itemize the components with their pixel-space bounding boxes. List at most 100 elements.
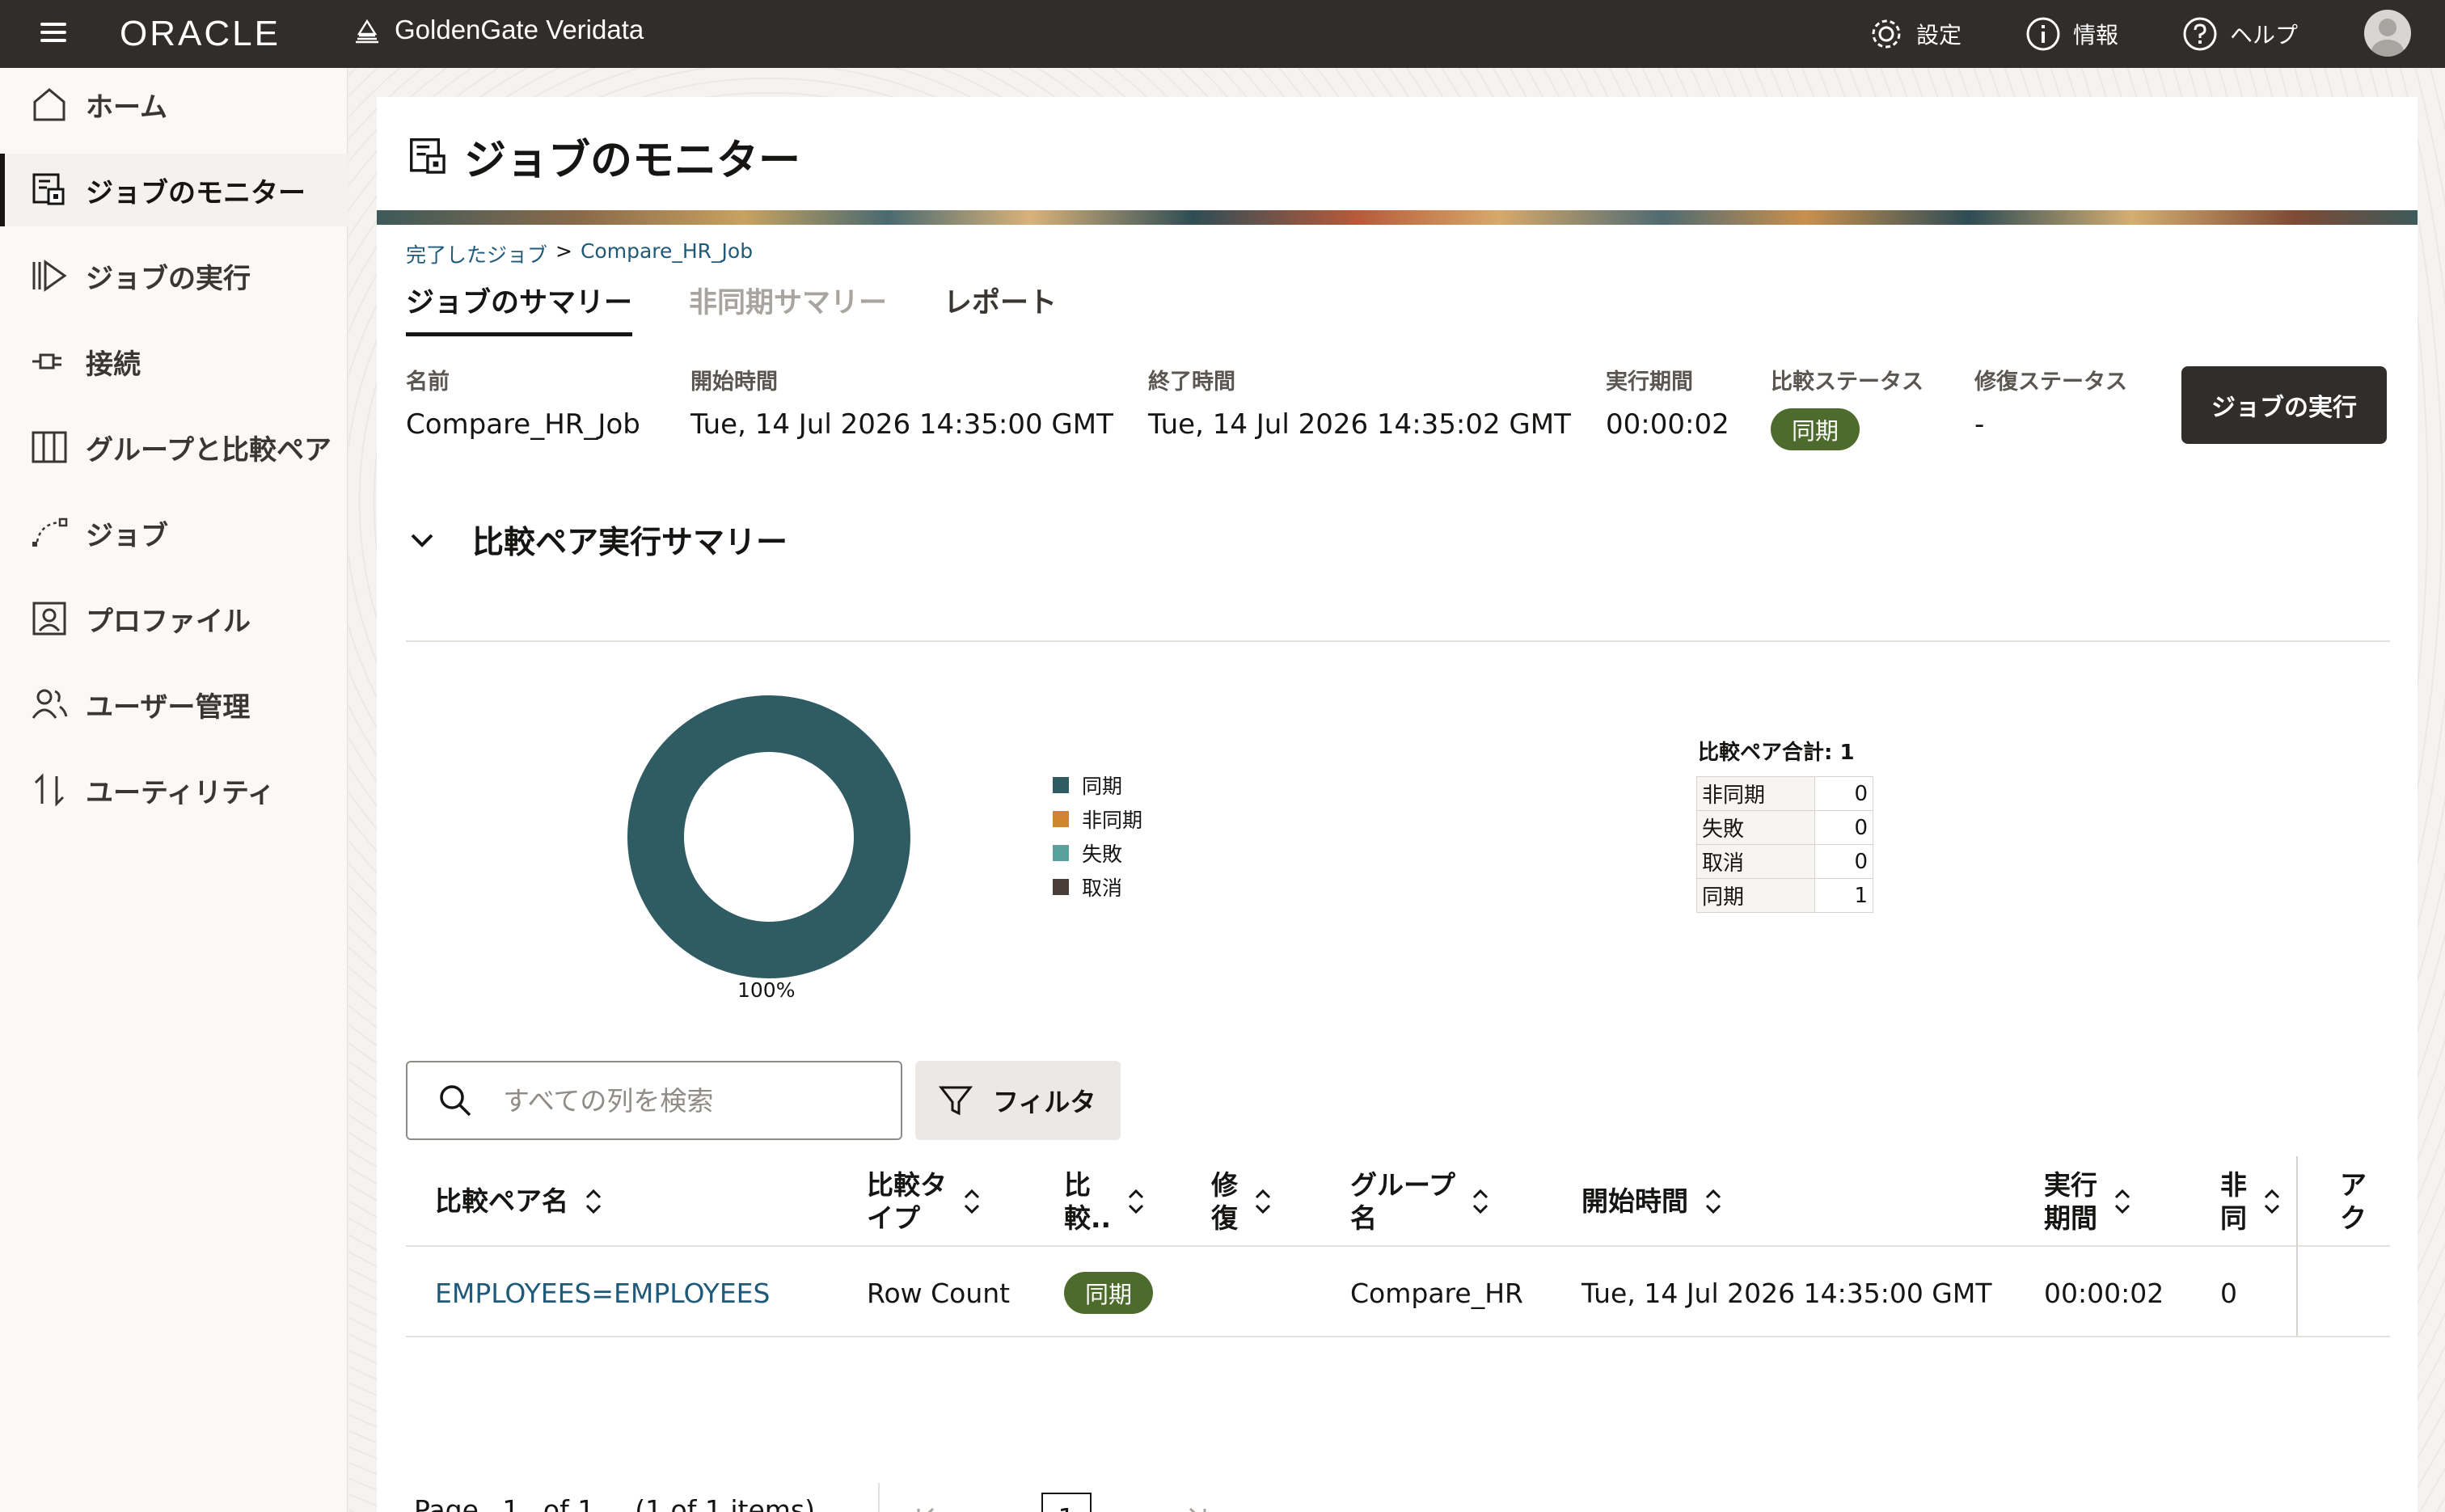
info-icon (2026, 17, 2060, 51)
sidebar-item-run-job[interactable]: ジョブの実行 (0, 239, 348, 312)
section-divider (406, 640, 2390, 642)
job-name-value: Compare_HR_Job (406, 408, 640, 441)
help-icon (2183, 17, 2217, 51)
stats-value: 0 (1814, 810, 1873, 845)
tab-bar: ジョブのサマリー 非同期サマリー レポート (406, 280, 1057, 336)
out-of-sync-cell: 0 (2220, 1277, 2237, 1309)
page-number-input[interactable]: 1 (479, 1494, 543, 1512)
stats-value: 0 (1814, 844, 1873, 879)
col-compare-type[interactable]: 比較タ イプ (867, 1156, 984, 1247)
breadcrumb: 完了したジョブ > Compare_HR_Job (406, 239, 753, 268)
sidebar-item-utilities[interactable]: ユーティリティ (0, 754, 348, 826)
table-header: 比較ペア名 比較タ イプ 比較.. 修復 グループ名 開始時間 実行 期間 非同 ア… (406, 1156, 2390, 1247)
col-actions: アク (2340, 1168, 2367, 1234)
page-header: ジョブのモニター (406, 126, 800, 187)
sidebar-item-profiles[interactable]: プロファイル (0, 582, 348, 655)
decorative-banner (377, 210, 2418, 225)
info-menu[interactable]: 情報 (2025, 11, 2118, 57)
users-icon (32, 689, 68, 719)
table-row: EMPLOYEES=EMPLOYEES Row Count 同期 Compare… (406, 1248, 2390, 1337)
legend-swatch (1053, 777, 1069, 793)
col-group-name[interactable]: グループ名 (1350, 1156, 1493, 1247)
job-name-field: 名前 Compare_HR_Job (406, 364, 640, 441)
legend-item: 失敗 (1053, 836, 1142, 870)
plug-icon (32, 353, 61, 370)
compare-type-cell: Row Count (867, 1277, 1011, 1309)
next-page-button[interactable] (1109, 1497, 1150, 1512)
sidebar-item-groups[interactable]: グループと比較ペア (0, 411, 348, 484)
page-label: Page (414, 1493, 479, 1512)
pair-total-title: 比較ペア合計: 1 (1698, 741, 1855, 765)
search-box (406, 1061, 902, 1140)
duration-field: 実行期間 00:00:02 (1606, 364, 1729, 441)
run-job-icon (32, 260, 67, 292)
gear-icon (1872, 19, 1901, 49)
search-icon (440, 1085, 471, 1117)
goldengate-icon (356, 19, 378, 44)
legend-item: 同期 (1053, 768, 1142, 802)
help-menu[interactable]: ヘルプ (2181, 11, 2298, 57)
run-job-button[interactable]: ジョブの実行 (2181, 366, 2387, 444)
sort-icon (1705, 1189, 1721, 1214)
stats-row: 同期 1 (1696, 878, 1873, 913)
duration-cell: 00:00:02 (2044, 1277, 2164, 1309)
status-donut-chart (627, 695, 910, 978)
sidebar-item-user-management[interactable]: ユーザー管理 (0, 668, 348, 741)
legend-swatch (1053, 811, 1069, 827)
tab-report[interactable]: レポート (944, 280, 1057, 336)
top-header-bar: ORACLE GoldenGate Veridata 設定 情報 ヘルプ (0, 0, 2445, 68)
col-duration[interactable]: 実行 期間 (2044, 1156, 2135, 1247)
legend-item: 取消 (1053, 870, 1142, 904)
breadcrumb-current-job[interactable]: Compare_HR_Job (581, 239, 753, 268)
compare-status-field: 比較ステータス 同期 (1771, 364, 1923, 450)
compare-status-label: 比較ステータス (1771, 370, 1923, 395)
breadcrumb-completed-jobs-link[interactable]: 完了したジョブ (406, 239, 547, 268)
first-page-icon (917, 1507, 935, 1512)
col-repair[interactable]: 修復 (1211, 1156, 1275, 1247)
stats-row: 失敗 0 (1696, 810, 1873, 845)
legend-item: 非同期 (1053, 802, 1142, 836)
end-time-value: Tue, 14 Jul 2026 14:35:02 GMT (1148, 408, 1571, 441)
stats-key: 非同期 (1696, 776, 1815, 811)
previous-page-button[interactable] (985, 1497, 1025, 1512)
filter-button[interactable]: フィルタ (915, 1061, 1121, 1140)
legend-label: 非同期 (1082, 809, 1143, 832)
last-page-button[interactable] (1177, 1497, 1218, 1512)
sidebar-item-label: プロファイル (86, 605, 251, 638)
stats-row: 非同期 0 (1696, 776, 1873, 811)
pair-summary-section-toggle[interactable]: 比較ペア実行サマリー (406, 517, 788, 563)
settings-label: 設定 (1916, 22, 1962, 49)
status-badge: 同期 (1064, 1272, 1154, 1314)
menu-icon[interactable] (36, 18, 71, 50)
settings-menu[interactable]: 設定 (1868, 11, 1961, 57)
sort-icon (1472, 1189, 1489, 1214)
sidebar-item-home[interactable]: ホーム (0, 68, 348, 141)
sidebar-item-jobs[interactable]: ジョブ (0, 496, 348, 569)
status-badge: 同期 (1771, 408, 1860, 450)
first-page-button[interactable] (906, 1497, 946, 1512)
job-monitor-card: ジョブのモニター 完了したジョブ > Compare_HR_Job ジョブのサマ… (377, 97, 2418, 1512)
user-avatar-icon[interactable] (2364, 10, 2411, 57)
pair-name-link[interactable]: EMPLOYEES=EMPLOYEES (435, 1248, 770, 1337)
sidebar-item-label: ユーザー管理 (86, 691, 251, 724)
help-label: ヘルプ (2230, 22, 2299, 49)
sidebar-item-monitor-jobs[interactable]: ジョブのモニター (0, 154, 348, 226)
start-time-label: 開始時間 (690, 370, 778, 395)
col-out-of-sync[interactable]: 非同 (2220, 1156, 2284, 1247)
col-compare-status[interactable]: 比較.. (1064, 1156, 1148, 1247)
last-page-icon (1189, 1507, 1206, 1512)
transfer-icon (34, 773, 65, 807)
repair-status-field: 修復ステータス - (1974, 364, 2127, 441)
tab-job-summary[interactable]: ジョブのサマリー (406, 280, 633, 336)
stats-row: 取消 0 (1696, 844, 1873, 879)
legend-swatch (1053, 845, 1069, 861)
end-time-field: 終了時間 Tue, 14 Jul 2026 14:35:02 GMT (1148, 364, 1571, 441)
sidebar-item-connections[interactable]: 接続 (0, 325, 348, 398)
pair-total-table: 非同期 0 失敗 0 取消 0 同期 1 (1696, 776, 1873, 913)
search-input[interactable] (503, 1076, 883, 1125)
col-pair-name[interactable]: 比較ペア名 (435, 1156, 606, 1247)
legend-label: 失敗 (1082, 843, 1123, 866)
current-page-button[interactable]: 1 (1041, 1493, 1092, 1512)
sort-icon (585, 1189, 602, 1214)
col-start-time[interactable]: 開始時間 (1581, 1156, 1725, 1247)
